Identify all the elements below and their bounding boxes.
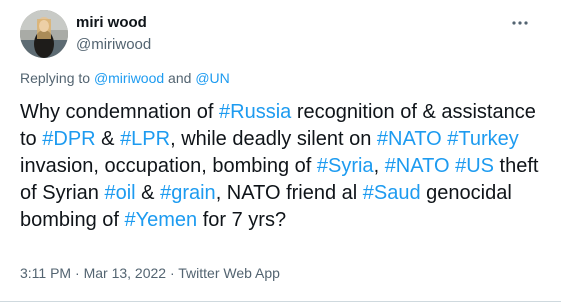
hashtag-link[interactable]: #US xyxy=(455,155,494,177)
tweet-text: Why condemnation of #Russia recognition … xyxy=(20,99,545,234)
meta-separator: · xyxy=(166,265,179,281)
author-handle[interactable]: @miriwood xyxy=(76,36,151,53)
tweet-source: Twitter Web App xyxy=(178,265,280,281)
hashtag-link[interactable]: #Yemen xyxy=(125,209,198,231)
tweet-time[interactable]: 3:11 PM xyxy=(20,265,71,281)
tweet-text-segment: , while deadly silent on xyxy=(170,128,377,150)
hashtag-link[interactable]: #Syria xyxy=(317,155,374,177)
tweet-text-segment: invasion, occupation, bombing of xyxy=(20,155,317,177)
tweet-text-segment: , xyxy=(373,155,385,177)
tweet-meta: 3:11 PM · Mar 13, 2022 · Twitter Web App xyxy=(20,265,280,281)
hashtag-link[interactable]: #oil xyxy=(104,182,135,204)
more-horizontal-icon xyxy=(512,21,528,25)
author-name[interactable]: miri wood xyxy=(76,14,147,31)
tweet-text-segment: & xyxy=(135,182,161,204)
avatar-image xyxy=(20,10,68,58)
tweet-text-segment: Why condemnation of xyxy=(20,101,219,123)
more-options-button[interactable] xyxy=(505,12,535,34)
mention-link[interactable]: @miriwood xyxy=(94,70,164,86)
reply-conjunction: and xyxy=(164,70,196,86)
tweet-text-segment: for 7 yrs? xyxy=(197,209,287,231)
hashtag-link[interactable]: #grain xyxy=(160,182,216,204)
hashtag-link[interactable]: #Turkey xyxy=(447,128,519,150)
reply-context: Replying to @miriwood and @UN xyxy=(20,70,230,86)
hashtag-link[interactable]: #NATO xyxy=(377,128,442,150)
tweet: miri wood @miriwood Replying to @miriwoo… xyxy=(0,0,561,302)
hashtag-link[interactable]: #DPR xyxy=(42,128,95,150)
hashtag-link[interactable]: #Russia xyxy=(219,101,291,123)
meta-separator: · xyxy=(71,265,84,281)
hashtag-link[interactable]: #Saud xyxy=(363,182,421,204)
hashtag-link[interactable]: #LPR xyxy=(120,128,170,150)
tweet-text-segment: , NATO friend al xyxy=(215,182,363,204)
reply-prefix: Replying to xyxy=(20,70,94,86)
tweet-text-segment: & xyxy=(95,128,121,150)
mention-link[interactable]: @UN xyxy=(195,70,229,86)
hashtag-link[interactable]: #NATO xyxy=(385,155,450,177)
avatar[interactable] xyxy=(20,10,68,58)
tweet-date[interactable]: Mar 13, 2022 xyxy=(84,265,167,281)
